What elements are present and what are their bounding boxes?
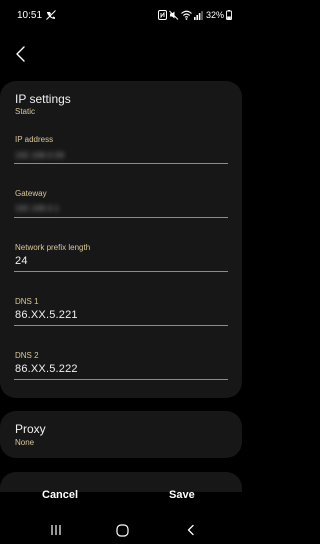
battery-icon	[226, 10, 232, 20]
dns2-field[interactable]: 86.XX.5.222	[15, 363, 78, 375]
gateway-field[interactable]: 192.168.0.1	[15, 204, 59, 213]
status-time: 10:51	[17, 10, 43, 21]
dns2-underline	[14, 379, 228, 380]
ip-settings-title: IP settings	[15, 92, 71, 106]
proxy-card[interactable]: Proxy None	[0, 411, 242, 458]
home-icon[interactable]	[116, 524, 129, 537]
chevron-left-icon	[16, 46, 25, 62]
prefix-length-field[interactable]: 24	[15, 255, 28, 267]
status-icons: 32%	[157, 9, 232, 21]
ip-address-label: IP address	[15, 135, 54, 144]
dns1-field[interactable]: 86.XX.5.221	[15, 309, 78, 321]
prefix-length-label: Network prefix length	[15, 243, 91, 252]
signal-icon	[193, 11, 203, 20]
nfc-icon	[157, 10, 167, 20]
ip-address-field[interactable]: 192.168.0.58	[15, 151, 64, 160]
gateway-label: Gateway	[15, 189, 47, 198]
ip-settings-mode[interactable]: Static	[15, 107, 35, 116]
no-calls-icon	[46, 10, 56, 20]
dns1-label: DNS 1	[15, 297, 39, 306]
dns2-label: DNS 2	[15, 351, 39, 360]
proxy-value: None	[15, 438, 35, 447]
cancel-button[interactable]: Cancel	[42, 489, 78, 501]
proxy-title: Proxy	[15, 422, 46, 436]
mute-icon	[169, 10, 179, 20]
gateway-underline	[14, 217, 228, 218]
back-button[interactable]	[10, 43, 32, 65]
prefix-length-underline	[14, 271, 228, 272]
ip-settings-card: IP settings Static IP address 192.168.0.…	[0, 81, 242, 398]
back-icon[interactable]	[185, 524, 197, 536]
ip-address-underline	[14, 163, 228, 164]
recents-icon[interactable]	[50, 524, 62, 536]
dns1-underline	[14, 325, 228, 326]
wifi-icon	[181, 10, 192, 20]
status-bar: 10:51 32%	[0, 0, 244, 28]
battery-percentage: 32%	[205, 10, 224, 20]
next-card-peek	[0, 472, 242, 492]
save-button[interactable]: Save	[169, 489, 195, 501]
